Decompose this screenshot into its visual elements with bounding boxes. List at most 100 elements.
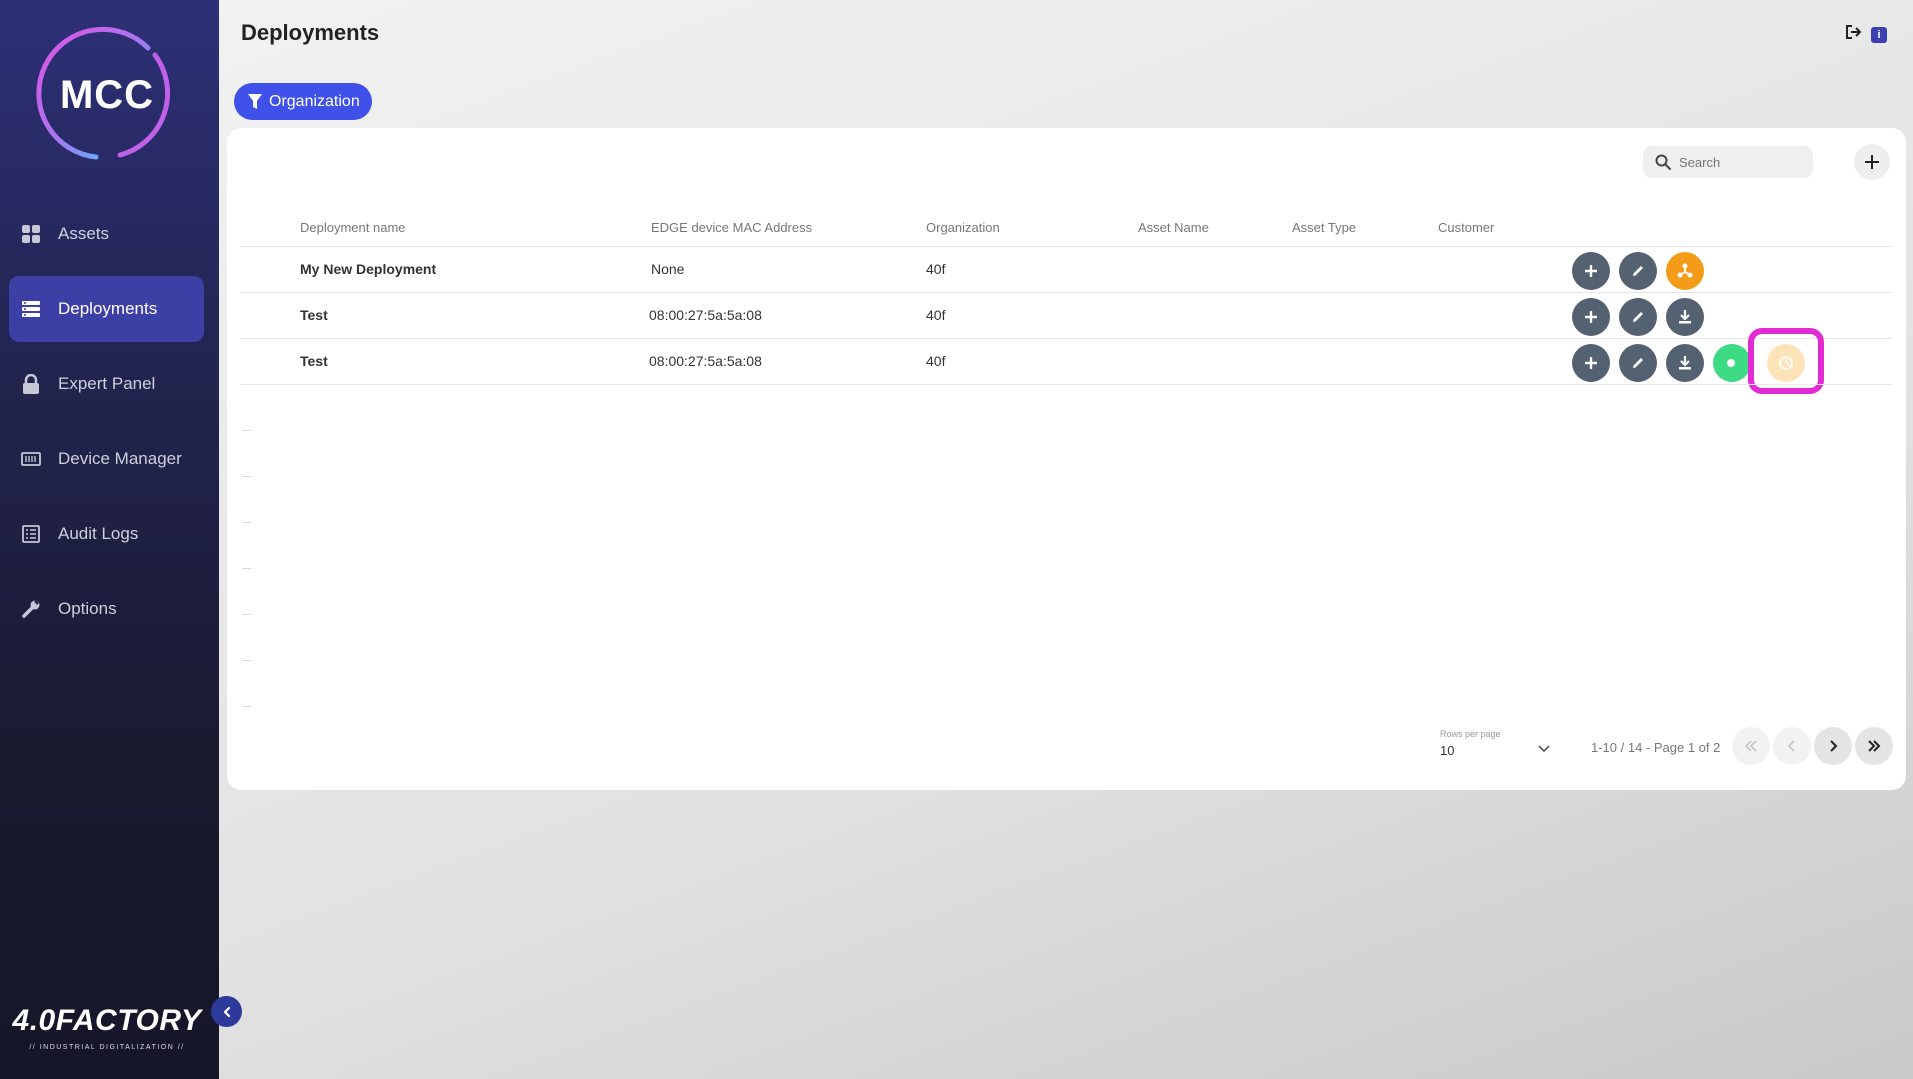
column-header[interactable]: Customer [1438, 220, 1494, 235]
sidebar-item-deployments[interactable]: Deployments [9, 276, 204, 342]
deployment-name: My New Deployment [300, 261, 437, 277]
edit-button[interactable] [1619, 298, 1657, 336]
rows-per-page-select[interactable]: Rows per page 10 [1440, 729, 1550, 758]
brand-tagline: // INDUSTRIAL DIGITALIZATION // [29, 1044, 185, 1051]
sidebar-item-device-manager[interactable]: Device Manager [9, 426, 204, 492]
network-icon [1677, 263, 1693, 278]
organization: 40f [926, 353, 946, 369]
edit-button[interactable] [1619, 344, 1657, 382]
empty-row-marker [242, 476, 251, 477]
first-page-button[interactable] [1732, 727, 1770, 765]
history-icon [1779, 356, 1793, 370]
logout-icon[interactable] [1845, 24, 1863, 45]
table-row[interactable]: My New Deployment None 40f [241, 246, 1892, 292]
deployment-name: Test [300, 307, 328, 323]
double-chevron-right-icon [1868, 740, 1881, 752]
sidebar-item-label: Options [58, 599, 117, 618]
empty-row-marker [242, 430, 251, 431]
sidebar-item-label: Audit Logs [58, 524, 139, 543]
table-row[interactable]: Test 08:00:27:5a:5a:08 40f [241, 292, 1892, 338]
chevron-right-icon [1830, 740, 1838, 752]
header-icons: i [1845, 24, 1887, 45]
heartbeat-icon [1727, 359, 1735, 367]
add-button[interactable] [1572, 344, 1610, 382]
organization: 40f [926, 307, 946, 323]
empty-row-marker [242, 614, 251, 615]
sidebar-item-label: Assets [58, 224, 110, 243]
chevron-down-icon [1538, 745, 1550, 753]
rows-per-page-value: 10 [1440, 743, 1455, 758]
column-header[interactable]: EDGE device MAC Address [651, 220, 812, 235]
pencil-icon [1633, 358, 1643, 368]
column-header[interactable]: Asset Type [1292, 220, 1356, 235]
deploy-button[interactable] [1666, 252, 1704, 290]
info-icon[interactable]: i [1871, 26, 1887, 43]
deployment-name: Test [300, 353, 328, 369]
add-button[interactable] [1572, 252, 1610, 290]
plus-icon [1585, 311, 1597, 323]
download-icon [1679, 310, 1691, 324]
history-button[interactable] [1767, 344, 1805, 382]
page-info: 1-10 / 14 - Page 1 of 2 [1591, 740, 1721, 755]
last-page-button[interactable] [1855, 727, 1893, 765]
chevron-left-icon [223, 1006, 230, 1017]
empty-row-marker [242, 660, 251, 661]
filter-label: Organization [269, 92, 360, 110]
server-list-icon [20, 298, 42, 320]
collapse-sidebar-button[interactable] [211, 996, 242, 1027]
filter-icon [248, 93, 262, 109]
mac-address: 08:00:27:5a:5a:08 [649, 307, 762, 323]
plus-icon [1865, 155, 1879, 169]
organization-filter-chip[interactable]: Organization [234, 83, 372, 120]
brand-logo: 4.0FACTORY // INDUSTRIAL DIGITALIZATION … [12, 1004, 202, 1051]
empty-row-marker [242, 706, 251, 707]
page-title: Deployments [241, 20, 380, 45]
lock-icon [20, 373, 42, 395]
pencil-icon [1633, 312, 1643, 322]
status-button[interactable] [1713, 344, 1751, 382]
wrench-icon [20, 598, 42, 620]
search-input[interactable] [1679, 154, 1799, 170]
empty-row-marker [242, 522, 251, 523]
table-row[interactable]: Test 08:00:27:5a:5a:08 40f [241, 328, 1892, 394]
download-icon [1679, 356, 1691, 370]
rows-per-page-label: Rows per page [1440, 729, 1501, 739]
table-divider [241, 384, 1892, 385]
plus-icon [1585, 357, 1597, 369]
double-chevron-left-icon [1744, 740, 1757, 752]
column-header[interactable]: Deployment name [300, 220, 406, 235]
sidebar: MCC Assets Deployments Expert Panel Devi… [0, 0, 219, 1079]
brand-name: 4.0FACTORY [12, 1004, 202, 1037]
pencil-icon [1633, 266, 1643, 276]
search-icon [1655, 154, 1671, 170]
add-deployment-button[interactable] [1854, 144, 1890, 180]
column-header[interactable]: Asset Name [1138, 220, 1209, 235]
sidebar-item-assets[interactable]: Assets [9, 201, 204, 267]
mcc-logo[interactable]: MCC [36, 24, 178, 166]
sidebar-item-label: Expert Panel [58, 374, 156, 393]
sidebar-item-options[interactable]: Options [9, 576, 204, 642]
mac-address: None [651, 261, 685, 277]
grid-icon [20, 223, 42, 245]
sidebar-item-label: Device Manager [58, 449, 182, 468]
add-button[interactable] [1572, 298, 1610, 336]
empty-row-marker [242, 568, 251, 569]
next-page-button[interactable] [1814, 727, 1852, 765]
plus-icon [1585, 265, 1597, 277]
chevron-left-icon [1787, 740, 1795, 752]
deployments-card: Deployment name EDGE device MAC Address … [227, 128, 1906, 790]
download-button[interactable] [1666, 298, 1704, 336]
keyboard-icon [20, 448, 42, 470]
sidebar-item-label: Deployments [58, 299, 158, 318]
previous-page-button[interactable] [1773, 727, 1811, 765]
sidebar-item-expert-panel[interactable]: Expert Panel [9, 351, 204, 417]
organization: 40f [926, 261, 946, 277]
list-icon [20, 523, 42, 545]
download-button[interactable] [1666, 344, 1704, 382]
logo-text: MCC [59, 72, 155, 117]
edit-button[interactable] [1619, 252, 1657, 290]
search-box[interactable] [1643, 146, 1813, 178]
column-header[interactable]: Organization [926, 220, 1000, 235]
table-header: Deployment name EDGE device MAC Address … [227, 220, 1906, 240]
sidebar-item-audit-logs[interactable]: Audit Logs [9, 501, 204, 567]
